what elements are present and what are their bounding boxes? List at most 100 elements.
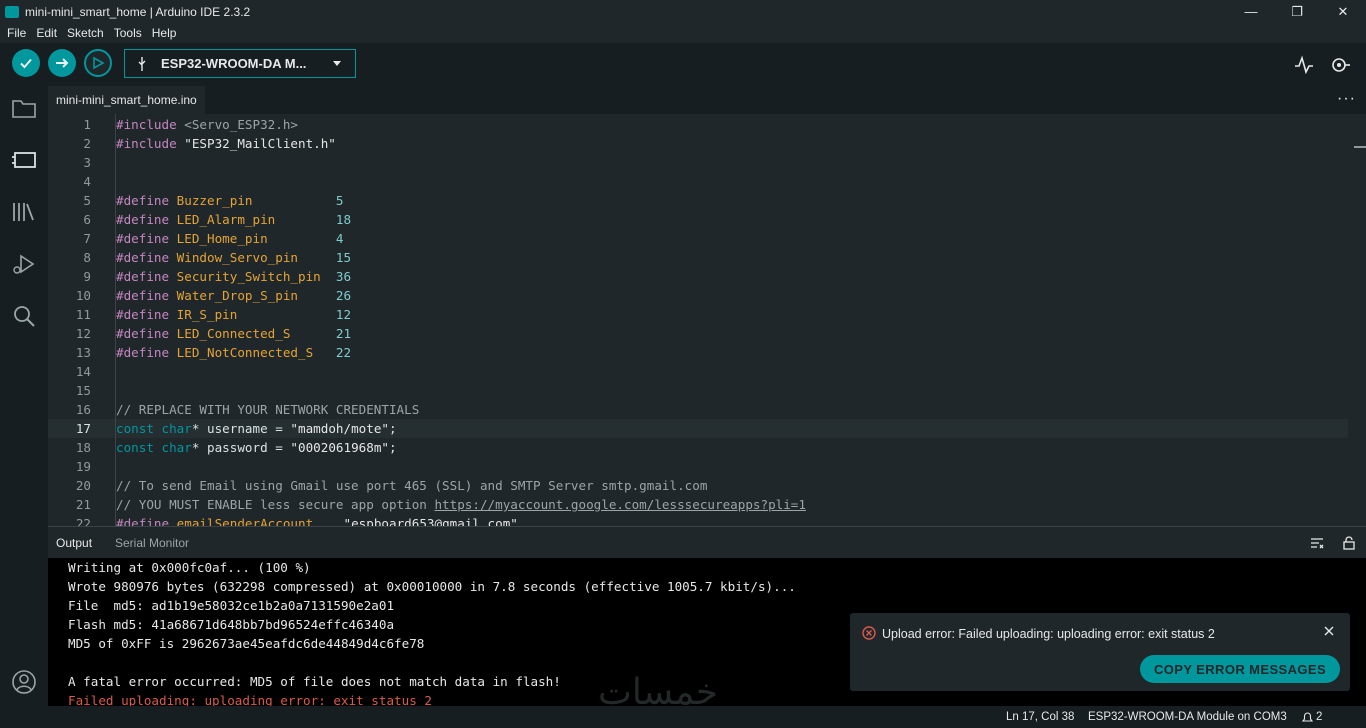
line-source: const char* password = "0002061968m"; [116, 438, 397, 457]
line-number: 1 [83, 117, 91, 132]
debug-panel-button[interactable] [10, 250, 38, 278]
code-line[interactable]: 4 [48, 172, 1348, 191]
code-line[interactable]: 19 [48, 457, 1348, 476]
output-tab-bar: Output Serial Monitor [48, 526, 1366, 558]
menu-sketch[interactable]: Sketch [62, 26, 109, 40]
usb-icon [138, 56, 146, 71]
scrollbar-thumb[interactable] [1354, 146, 1366, 148]
code-line[interactable]: 12 #define LED_Connected_S 21 [48, 324, 1348, 343]
menu-help[interactable]: Help [147, 26, 182, 40]
line-number: 17 [75, 421, 91, 436]
code-line[interactable]: 14 [48, 362, 1348, 381]
code-line[interactable]: 7 #define LED_Home_pin 4 [48, 229, 1348, 248]
tab-output[interactable]: Output [56, 536, 92, 550]
board-name: ESP32-WROOM-DA M... [161, 56, 307, 71]
error-notification: Upload error: Failed uploading: uploadin… [850, 613, 1350, 691]
lock-scroll-button[interactable] [1342, 536, 1356, 550]
code-line[interactable]: 1 #include <Servo_ESP32.h> [48, 115, 1348, 134]
line-source: // To send Email using Gmail use port 46… [116, 476, 707, 495]
line-number: 5 [83, 193, 91, 208]
code-line[interactable]: 20 // To send Email using Gmail use port … [48, 476, 1348, 495]
line-number: 20 [75, 478, 91, 493]
code-token: 4 [335, 231, 344, 246]
minimize-button[interactable]: — [1228, 0, 1274, 23]
code-token: emailSenderAccount [176, 516, 314, 526]
menu-edit[interactable]: Edit [31, 26, 62, 40]
more-options-icon[interactable]: ··· [1337, 90, 1356, 108]
code-line[interactable]: 2 #include "ESP32_MailClient.h" [48, 134, 1348, 153]
window-controls: — ❐ ✕ [1228, 0, 1366, 23]
code-token: ; [389, 421, 397, 436]
tab-serial-monitor[interactable]: Serial Monitor [115, 536, 189, 550]
arrow-right-icon [56, 58, 69, 68]
folder-icon [12, 100, 36, 118]
output-line: File md5: ad1b19e58032ce1b2a0a7131590e2a… [68, 598, 395, 613]
line-number: 10 [75, 288, 91, 303]
lock-icon [1343, 536, 1355, 550]
code-token: #define [116, 212, 177, 227]
line-source: #define Window_Servo_pin 15 [116, 248, 351, 267]
code-line[interactable]: 16 // REPLACE WITH YOUR NETWORK CREDENTIA… [48, 400, 1348, 419]
account-button[interactable] [10, 668, 38, 696]
search-button[interactable] [10, 302, 38, 330]
code-line[interactable]: 22 #define emailSenderAccount "espboard65… [48, 514, 1348, 526]
line-source: // REPLACE WITH YOUR NETWORK CREDENTIALS [116, 400, 419, 419]
cursor-position[interactable]: Ln 17, Col 38 [1006, 711, 1074, 723]
close-window-button[interactable]: ✕ [1320, 0, 1366, 23]
code-line[interactable]: 9 #define Security_Switch_pin 36 [48, 267, 1348, 286]
maximize-button[interactable]: ❐ [1274, 0, 1320, 23]
code-editor[interactable]: 1 #include <Servo_ESP32.h> 2 #include "ESP3… [48, 114, 1366, 526]
sketchbook-button[interactable] [10, 94, 38, 122]
output-line: MD5 of 0xFF is 2962673ae45eafdc6de44849d… [68, 636, 425, 651]
code-token: 36 [335, 269, 352, 284]
line-number: 3 [83, 155, 91, 170]
line-number: 22 [75, 516, 91, 526]
code-line[interactable]: 8 #define Window_Servo_pin 15 [48, 248, 1348, 267]
code-line[interactable]: 5 #define Buzzer_pin 5 [48, 191, 1348, 210]
line-source: #include "ESP32_MailClient.h" [116, 134, 336, 153]
code-token: const [116, 421, 162, 436]
menu-file[interactable]: File [2, 26, 31, 40]
code-line[interactable]: 15 [48, 381, 1348, 400]
upload-button[interactable] [48, 49, 76, 77]
debug-button[interactable] [84, 49, 112, 77]
board-selector[interactable]: ESP32-WROOM-DA M... [124, 49, 356, 78]
debug-icon [13, 254, 35, 274]
board-port-status[interactable]: ESP32-WROOM-DA Module on COM3 [1088, 711, 1287, 723]
code-token: * password = [191, 440, 291, 455]
line-source: #define Security_Switch_pin 36 [116, 267, 351, 286]
menu-tools[interactable]: Tools [109, 26, 147, 40]
code-token: // REPLACE WITH YOUR NETWORK CREDENTIALS [116, 402, 420, 417]
serial-monitor-button[interactable] [1328, 53, 1352, 77]
library-manager-button[interactable] [10, 198, 38, 226]
clear-output-button[interactable] [1310, 536, 1324, 550]
code-line[interactable]: 3 [48, 153, 1348, 172]
code-line[interactable]: 10 #define Water_Drop_S_pin 26 [48, 286, 1348, 305]
search-icon [14, 306, 35, 327]
code-line[interactable]: 21 // YOU MUST ENABLE less secure app opt… [48, 495, 1348, 514]
code-line[interactable]: 6 #define LED_Alarm_pin 18 [48, 210, 1348, 229]
code-line[interactable]: 18 const char* password = "0002061968m"; [48, 438, 1348, 457]
tab-sketch-file[interactable]: mini-mini_smart_home.ino [48, 86, 205, 114]
notification-close-button[interactable] [1322, 624, 1336, 638]
boards-manager-button[interactable] [10, 146, 38, 174]
code-token[interactable]: https://myaccount.google.com/lesssecurea… [434, 497, 806, 512]
notifications-status[interactable]: 2 [1302, 711, 1322, 723]
copy-error-messages-button[interactable]: COPY ERROR MESSAGES [1140, 655, 1340, 683]
code-token: #include [116, 136, 185, 151]
verify-button[interactable] [12, 49, 40, 77]
code-line[interactable]: 17 const char* username = "mamdoh/mote"; [48, 419, 1348, 438]
code-token: LED_Home_pin [176, 231, 268, 246]
serial-plotter-button[interactable] [1292, 53, 1316, 77]
code-token: IR_S_pin [176, 307, 238, 322]
code-token: LED_NotConnected_S [176, 345, 314, 360]
code-line[interactable]: 11 #define IR_S_pin 12 [48, 305, 1348, 324]
line-number: 16 [75, 402, 91, 417]
checkmark-icon [20, 58, 32, 69]
code-token: // To send Email using Gmail use port 46… [116, 478, 708, 493]
code-line[interactable]: 13 #define LED_NotConnected_S 22 [48, 343, 1348, 362]
